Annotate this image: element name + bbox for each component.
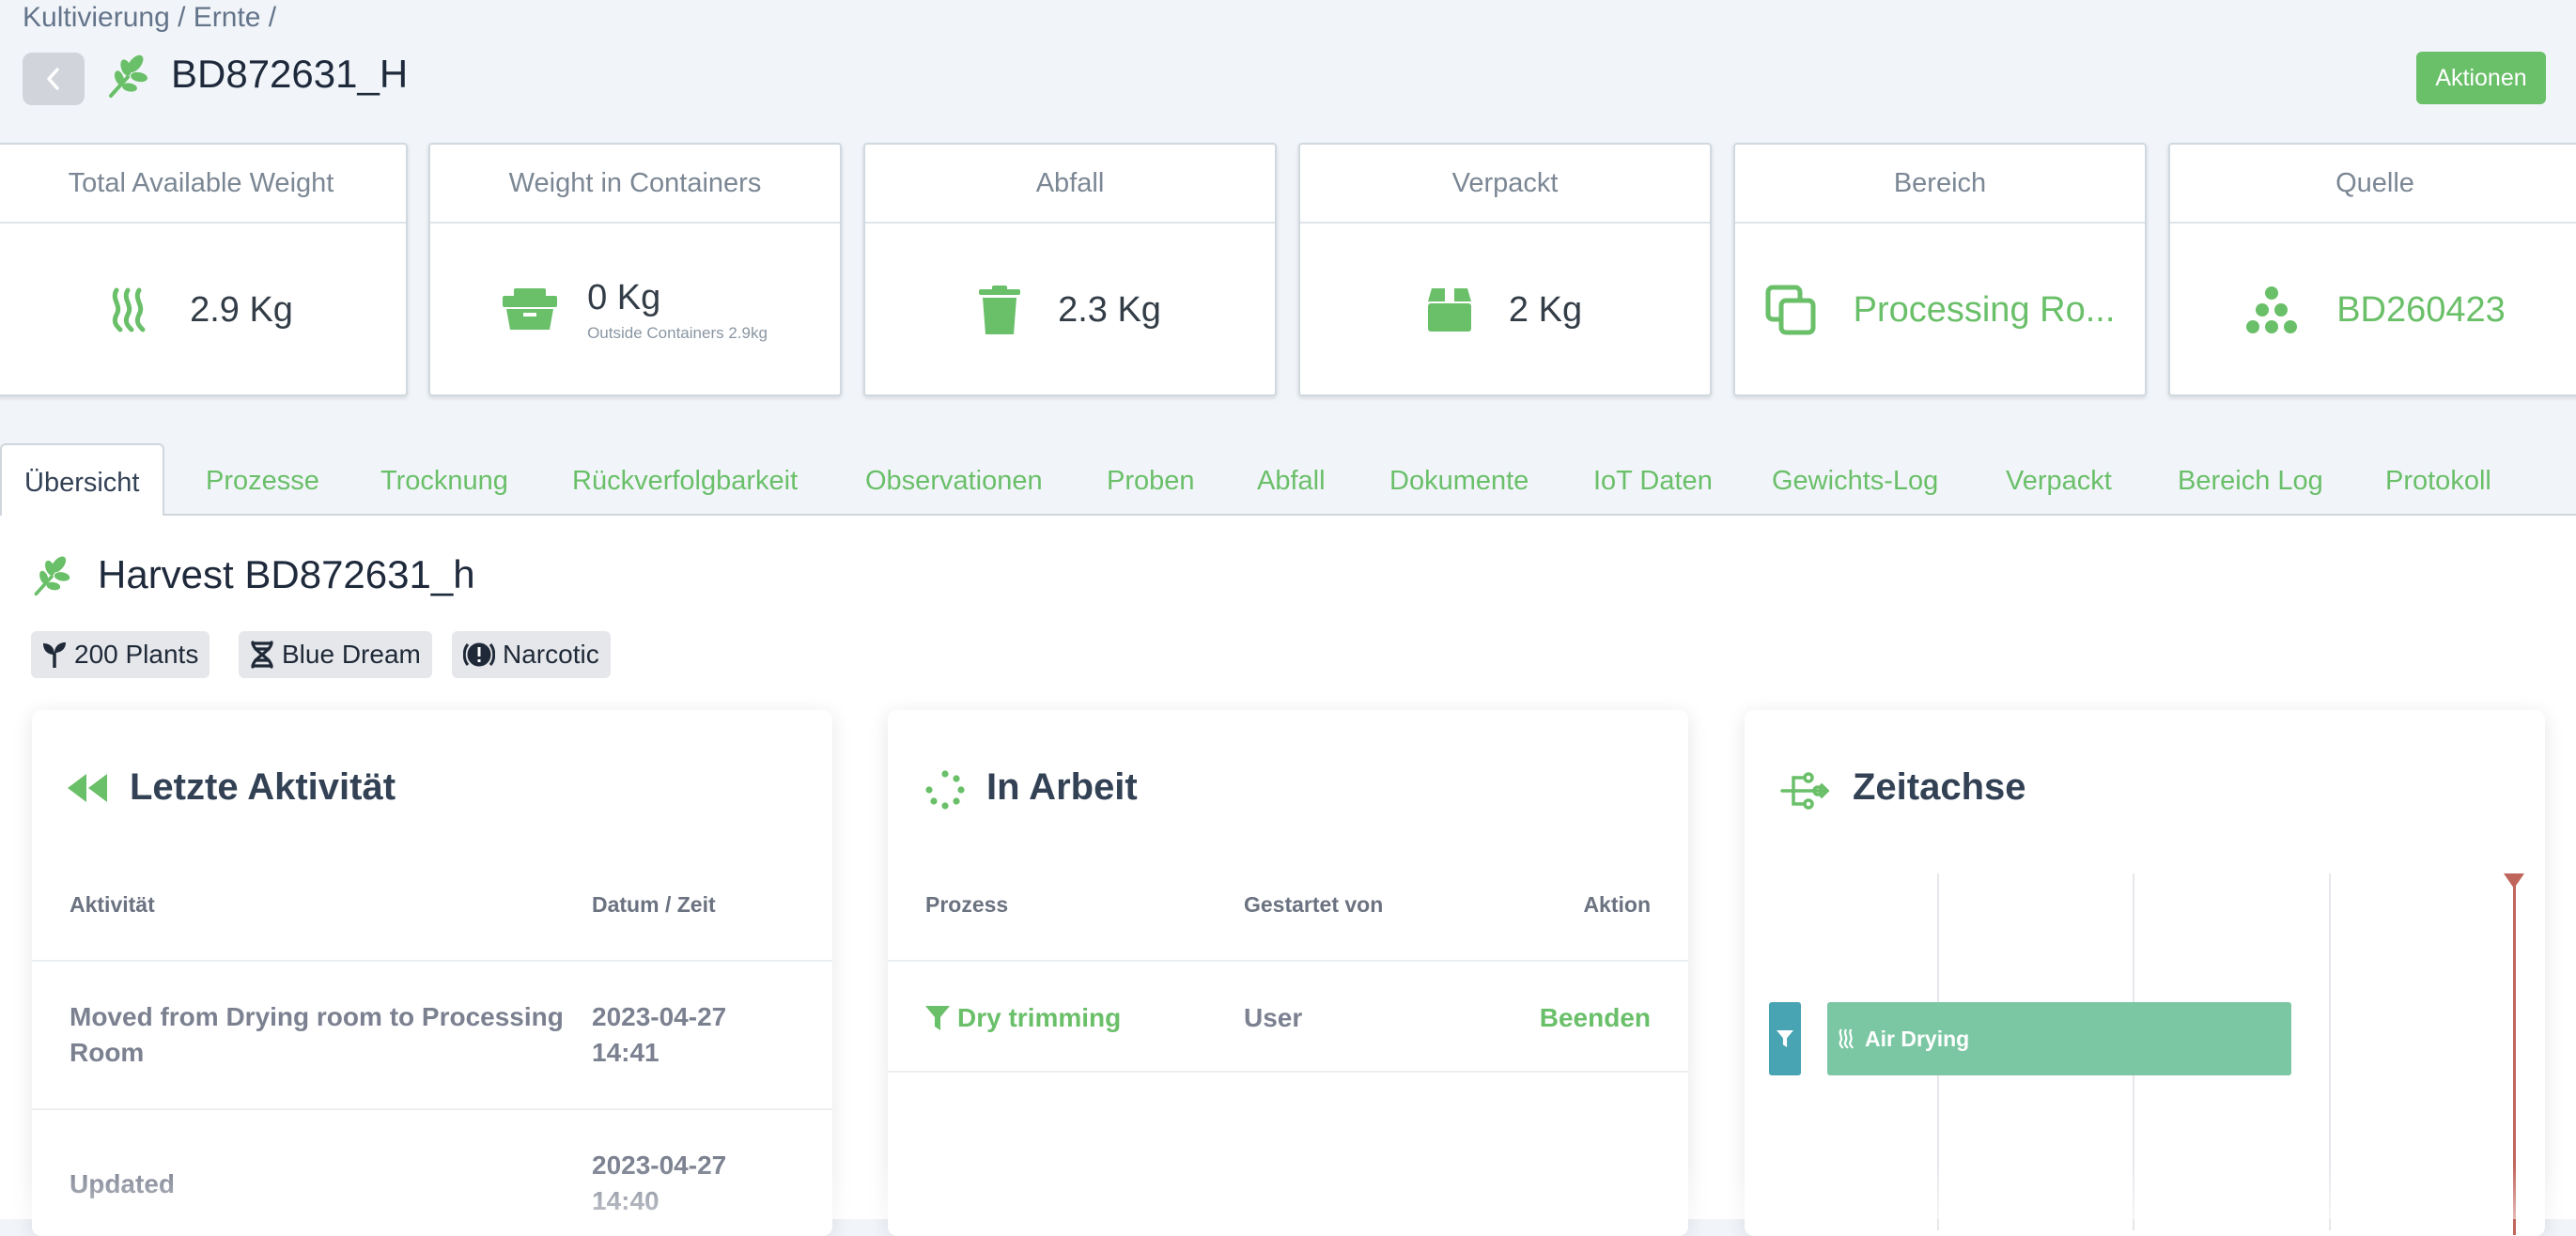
activity-time: 14:40	[592, 1186, 660, 1215]
page-title: BD872631_H	[171, 52, 409, 96]
timeline-now-line	[2513, 878, 2516, 1235]
trash-icon	[979, 286, 1021, 334]
tab-dokumente[interactable]: Dokumente	[1389, 443, 1529, 514]
card-title: Bereich	[1735, 145, 2145, 224]
harvest-title: Harvest BD872631_h	[98, 552, 475, 596]
tab-proben[interactable]: Proben	[1107, 443, 1195, 514]
tab-observationen[interactable]: Observationen	[865, 443, 1043, 514]
chip-label: 200 Plants	[74, 640, 199, 669]
warning-circle-icon	[463, 642, 495, 667]
panel-timeline: Zeitachse	[1745, 710, 2545, 1236]
card-value-link[interactable]: Processing Ro...	[1854, 290, 2116, 331]
card-title: Total Available Weight	[0, 145, 406, 224]
timeline-icon	[1780, 772, 1829, 810]
card-quelle[interactable]: Quelle BD260423	[2168, 143, 2576, 396]
card-bereich[interactable]: Bereich Processing Ro...	[1733, 143, 2147, 396]
timeline-bar-label: Air Drying	[1865, 1026, 1970, 1051]
tab-prozesse[interactable]: Prozesse	[206, 443, 319, 514]
timeline-gridline	[2329, 873, 2331, 1230]
timeline-bar-air-drying[interactable]: Air Drying	[1827, 1002, 2291, 1075]
card-title: Verpackt	[1300, 145, 1710, 224]
card-subtext: Outside Containers 2.9kg	[587, 323, 768, 342]
spinner-icon	[925, 770, 965, 810]
card-title: Weight in Containers	[430, 145, 840, 224]
card-value: 2 Kg	[1508, 289, 1583, 330]
copy-squares-icon	[1765, 285, 1816, 335]
panel-in-progress: In Arbeit Prozess Gestartet von Aktion D…	[888, 710, 1688, 1236]
backward-icon	[68, 774, 107, 802]
wheat-icon	[109, 54, 147, 98]
heat-waves-icon	[112, 287, 146, 332]
actions-button[interactable]: Aktionen	[2416, 52, 2546, 104]
panel-recent-activity: Letzte Aktivität Aktivität Datum / Zeit …	[32, 710, 832, 1236]
column-header-started-by: Gestartet von	[1244, 892, 1384, 917]
chip-label: Blue Dream	[282, 640, 421, 669]
activity-date: 2023-04-27	[592, 1151, 727, 1180]
tab-iot-daten[interactable]: IoT Daten	[1593, 443, 1713, 514]
tab-abfall[interactable]: Abfall	[1257, 443, 1326, 514]
card-verpackt: Verpackt 2 Kg	[1298, 143, 1712, 396]
column-header-action: Aktion	[1583, 892, 1651, 917]
wheat-icon	[34, 556, 70, 596]
card-value-link[interactable]: BD260423	[2336, 290, 2506, 331]
activity-text: Moved from Drying room to Processing	[70, 1002, 564, 1031]
seedling-icon	[43, 642, 66, 668]
container-icon	[503, 288, 558, 330]
activity-text: Updated	[70, 1169, 175, 1198]
card-title: Quelle	[2170, 145, 2576, 224]
package-icon	[1427, 288, 1471, 332]
tab-verpackt[interactable]: Verpackt	[2006, 443, 2112, 514]
tab-uebersicht[interactable]: Übersicht	[0, 443, 164, 516]
activity-time: 14:41	[592, 1038, 660, 1067]
chip-strain: Blue Dream	[239, 631, 432, 678]
card-abfall: Abfall 2.3 Kg	[863, 143, 1277, 396]
dots-pyramid-icon	[2246, 286, 2298, 333]
tab-trocknung[interactable]: Trocknung	[380, 443, 508, 514]
filter-icon	[1777, 1030, 1793, 1047]
tab-bar: Übersicht Prozesse Trocknung Rückverfolg…	[0, 443, 2576, 516]
breadcrumb[interactable]: Kultivierung / Ernte /	[23, 2, 276, 34]
column-header-datetime: Datum / Zeit	[592, 892, 716, 917]
timeline-bar-trimming[interactable]	[1769, 1002, 1801, 1075]
started-by: User	[1244, 1003, 1303, 1032]
dna-icon	[251, 641, 273, 669]
card-title: Abfall	[865, 145, 1275, 224]
activity-text: Room	[70, 1038, 145, 1067]
chip-plants: 200 Plants	[31, 631, 210, 678]
tab-gewichts-log[interactable]: Gewichts-Log	[1772, 443, 1938, 514]
panel-title: Letzte Aktivität	[130, 766, 396, 808]
chip-label: Narcotic	[503, 640, 599, 669]
panel-title: Zeitachse	[1853, 766, 2026, 808]
panel-title: In Arbeit	[986, 766, 1138, 808]
tab-bereich-log[interactable]: Bereich Log	[2178, 443, 2323, 514]
tab-protokoll[interactable]: Protokoll	[2385, 443, 2491, 514]
filter-icon	[925, 1006, 950, 1030]
card-total-available-weight: Total Available Weight 2.9 Kg	[0, 143, 408, 396]
card-weight-in-containers: Weight in Containers 0 Kg Outside Contai…	[428, 143, 842, 396]
activity-date: 2023-04-27	[592, 1002, 727, 1031]
tab-rueckverfolgbarkeit[interactable]: Rückverfolgbarkeit	[572, 443, 798, 514]
process-name: Dry trimming	[957, 1003, 1122, 1032]
chip-narcotic: Narcotic	[452, 631, 611, 678]
chevron-left-icon	[47, 68, 59, 90]
column-header-process: Prozess	[925, 892, 1009, 917]
column-header-activity: Aktivität	[70, 892, 155, 917]
heat-waves-icon	[1839, 1028, 1854, 1049]
card-value: 2.3 Kg	[1058, 289, 1161, 330]
card-value: 2.9 Kg	[190, 289, 293, 330]
back-button[interactable]	[23, 53, 85, 105]
end-process-button[interactable]: Beenden	[1540, 1000, 1651, 1036]
card-value: 0 Kg	[587, 277, 661, 317]
process-link[interactable]: Dry trimming	[925, 1000, 1121, 1036]
